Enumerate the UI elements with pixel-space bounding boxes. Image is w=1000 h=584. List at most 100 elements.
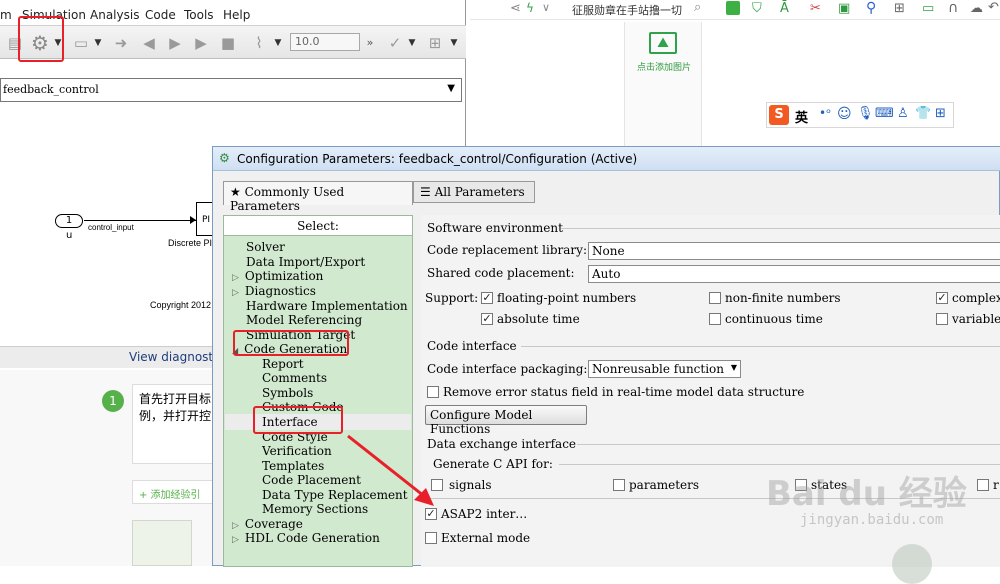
cloud-icon[interactable]: ☁ [970,1,983,16]
share-icon[interactable]: ⋖ [510,1,521,16]
tree-item-report[interactable]: Report [262,357,304,371]
absolute-time-checkbox[interactable]: ✓ [481,313,493,325]
floating-point-checkbox[interactable]: ✓ [481,292,493,304]
complex-checkbox[interactable]: ✓ [936,292,948,304]
chevron-down-icon[interactable]: ▼ [92,32,104,54]
inport-block[interactable]: 1 [55,214,83,228]
expand-arrow-icon[interactable]: ▷ [232,288,239,298]
chevron-down-icon[interactable]: ▼ [406,32,418,54]
ime-mode-label[interactable]: 英 [795,107,808,126]
chevron-down-icon[interactable]: ▼ [272,32,284,54]
complex-label: complex [952,291,1000,305]
search-icon[interactable]: ⌕ [694,0,701,15]
menu-item-help[interactable]: Help [223,8,250,22]
user-icon[interactable]: ♙ [897,106,909,121]
external-mode-checkbox[interactable] [425,532,437,544]
variable-checkbox[interactable] [936,313,948,325]
scissors-icon[interactable]: ✂ [810,1,821,16]
speed-ball[interactable] [892,544,932,584]
add-image-panel[interactable]: ⛰ 点击添加图片 [624,22,702,148]
non-finite-checkbox[interactable] [709,292,721,304]
shared-code-select[interactable]: Auto [588,265,1000,283]
signal-label: control_input [88,223,134,232]
tree-item-data-type-replacement[interactable]: Data Type Replacement [262,488,408,502]
skin-icon[interactable]: 👕 [915,106,931,121]
emoji-icon[interactable]: ☺ [837,106,852,122]
toolbox-icon[interactable]: ⊞ [935,106,946,121]
tree-item-code-placement[interactable]: Code Placement [262,473,361,487]
tree-item-data-import-export[interactable]: Data Import/Export [232,255,365,269]
grid-icon[interactable]: ⊞ [894,1,905,16]
add-reference-link[interactable]: + 添加经验引 [132,480,216,504]
step-back-icon[interactable]: ◀ [138,32,160,54]
tab-all-parameters[interactable]: ☰ All Parameters [413,181,535,203]
step-text-box[interactable]: 首先打开目标 例，并打开控 [132,384,216,464]
code-replacement-select[interactable]: None [588,242,1000,260]
tab-commonly-used[interactable]: ★ Commonly Used Parameters [223,181,413,213]
menu-item-m[interactable]: m [0,8,12,22]
sogou-logo-icon[interactable]: S [769,105,789,125]
run-icon[interactable]: ▶ [164,32,186,54]
tree-item-templates[interactable]: Templates [262,459,324,473]
highlight-box-interface [253,406,343,434]
more-icon[interactable]: » [364,32,376,54]
chevron-down-icon[interactable]: ∨ [542,1,550,14]
battery-icon[interactable]: ▭ [922,1,934,16]
chevron-down-icon[interactable]: ▼ [447,83,455,94]
menu-item-analysis[interactable]: Analysis [90,8,139,22]
expand-arrow-icon[interactable]: ▷ [232,273,239,283]
menu-item-tools[interactable]: Tools [184,8,214,22]
expand-arrow-icon[interactable]: ▷ [232,521,239,531]
continuous-time-checkbox[interactable] [709,313,721,325]
root-checkbox[interactable] [977,479,989,491]
browser-search-text[interactable]: 征服勋章在手站撸一切 [572,2,682,18]
remove-error-checkbox[interactable] [427,386,439,398]
configure-model-functions-button[interactable]: Configure Model Functions [425,405,587,436]
build-icon[interactable]: ⊞ [424,32,446,54]
bolt-icon[interactable]: ϟ [526,1,534,15]
tree-item-memory-sections[interactable]: Memory Sections [262,502,368,516]
asap2-checkbox[interactable]: ✓ [425,508,437,520]
model-path-combo[interactable]: feedback_control ▼ [0,78,462,102]
expand-arrow-icon[interactable]: ▷ [232,535,239,545]
view-diagnostics-link[interactable]: View diagnostic [129,350,223,364]
select-value: Nonreusable function [592,362,724,376]
tree-item-comments[interactable]: Comments [262,371,327,385]
tree-item-symbols[interactable]: Symbols [262,386,313,400]
app-icon[interactable] [726,1,740,15]
stop-icon[interactable]: ■ [217,32,239,54]
tree-item-hdl-code-generation[interactable]: ▷ HDL Code Generation [232,531,380,545]
magnifier-icon[interactable]: ⚲ [866,0,876,16]
shield-icon[interactable]: ⛉ [752,1,762,16]
microphone-icon[interactable]: 🎙 [857,106,874,121]
stop-time-field[interactable]: 10.0 [290,33,360,51]
punctuation-icon[interactable]: •ᵒ [819,106,831,120]
undo-icon[interactable]: ↶ [988,0,999,15]
packaging-select[interactable]: Nonreusable function ▼ [588,360,741,378]
tree-item-model-referencing[interactable]: Model Referencing [232,313,362,327]
tree-item-hardware-implementation[interactable]: Hardware Implementation [232,299,408,313]
step-forward-icon[interactable]: ▶ [190,32,212,54]
translate-icon[interactable]: Ā [780,1,789,16]
tree-item-verification[interactable]: Verification [262,444,332,458]
step-thumbnail[interactable] [132,520,192,566]
send-icon[interactable]: ➜ [110,32,132,54]
signal-line [84,220,196,221]
tree-item-optimization[interactable]: ▷ Optimization [232,269,323,283]
keyboard-icon[interactable]: ⌨ [875,106,894,121]
tree-item-coverage[interactable]: ▷ Coverage [232,517,303,531]
headphones-icon[interactable]: ∩ [948,0,958,16]
chevron-down-icon[interactable]: ▼ [731,363,737,372]
continuous-time-label: continuous time [725,312,823,326]
check-icon[interactable]: ✓ [384,32,406,54]
game-icon[interactable]: ▣ [838,1,850,16]
model-explorer-icon[interactable]: ▭ [70,32,92,54]
parameters-checkbox[interactable] [613,479,625,491]
scope-icon[interactable]: ⌇ [248,32,270,54]
tree-item-diagnostics[interactable]: ▷ Diagnostics [232,284,316,298]
signals-checkbox[interactable] [431,479,443,491]
chevron-down-icon[interactable]: ▼ [448,32,460,54]
step-content: 1 首先打开目标 例，并打开控 + 添加经验引 [0,370,216,566]
tree-item-solver[interactable]: Solver [232,240,285,254]
menu-item-code[interactable]: Code [145,8,176,22]
